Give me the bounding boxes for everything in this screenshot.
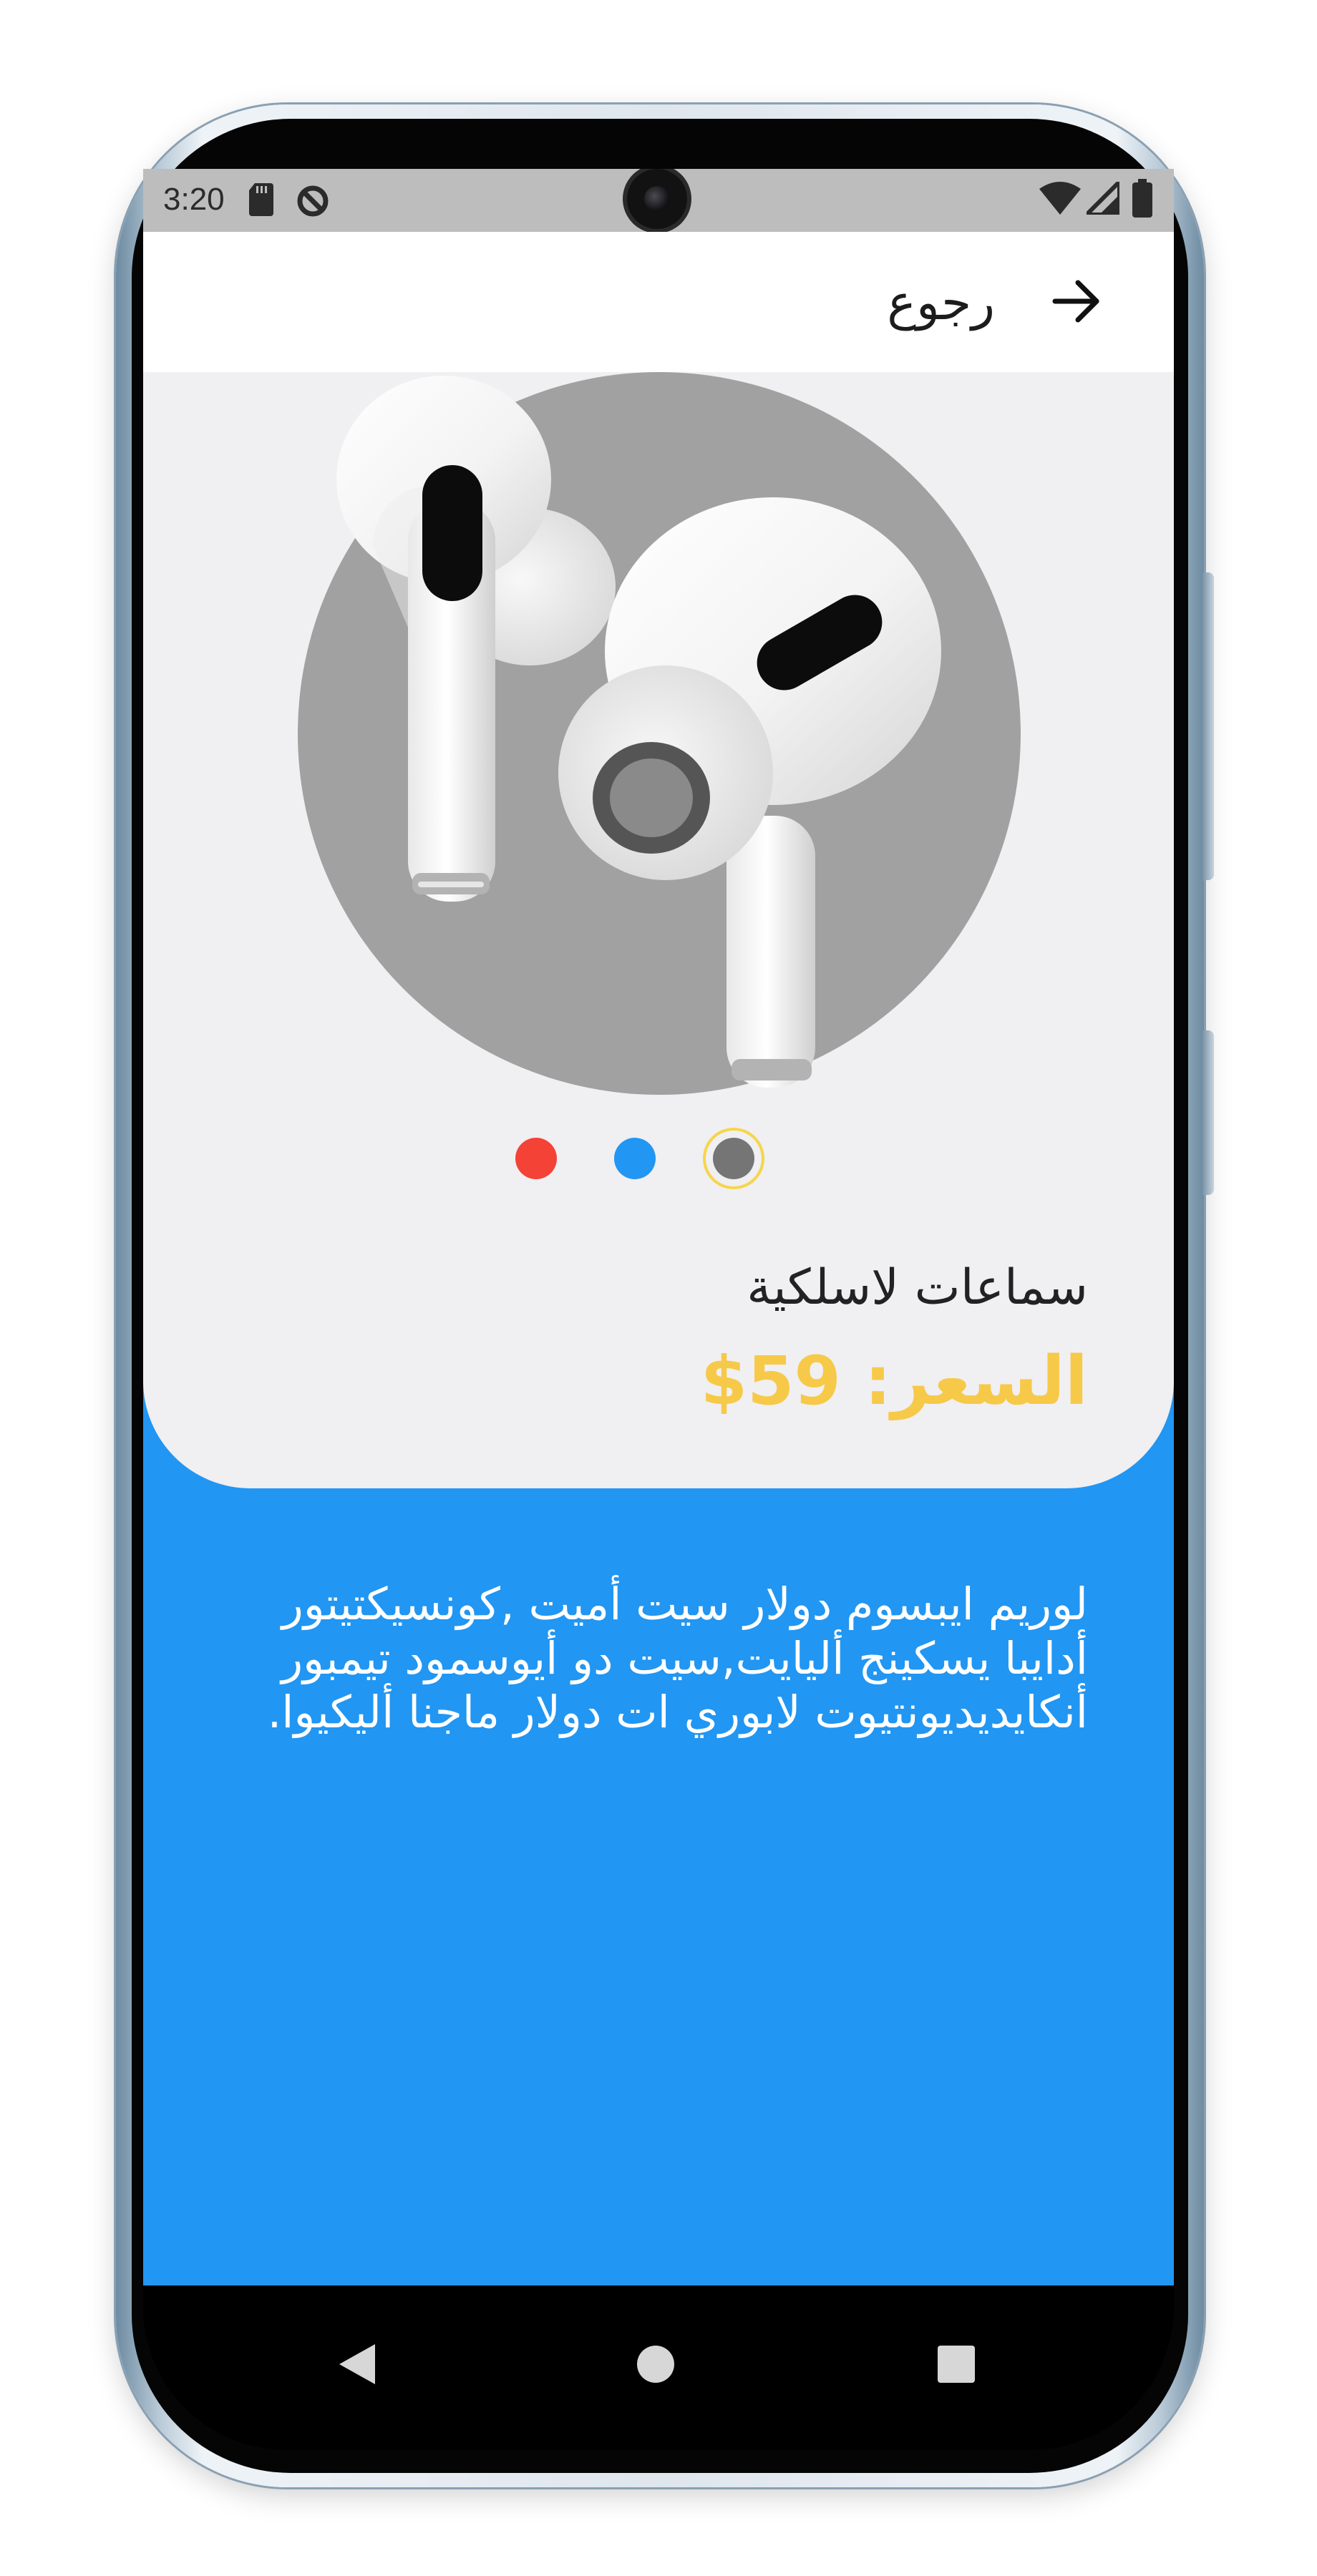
color-option-blue[interactable] — [614, 1138, 656, 1179]
product-description: لوريم ايبسوم دولار سيت أميت ,كونسيكتيتور… — [267, 1578, 1088, 1739]
color-option-red[interactable] — [515, 1138, 557, 1179]
front-camera — [627, 169, 687, 229]
sync-icon — [295, 183, 331, 222]
status-bar: 3:20 — [143, 169, 1174, 232]
battery-icon — [1132, 179, 1152, 220]
square-recents-icon[interactable] — [938, 2346, 975, 2386]
wifi-icon — [1039, 182, 1081, 218]
app-bar: رجوع — [143, 232, 1174, 372]
power-button — [1202, 572, 1214, 880]
phone-screen: 3:20 رجوع سماعات لاسلكية السعر: 59$ لوري… — [143, 169, 1174, 2285]
product-price: السعر: 59$ — [700, 1342, 1088, 1420]
status-time: 3:20 — [163, 182, 225, 217]
arrow-right-icon[interactable] — [1048, 276, 1105, 326]
circle-home-icon[interactable] — [637, 2346, 674, 2386]
airpods-pro-product-image — [336, 376, 941, 1088]
product-name: سماعات لاسلكية — [747, 1259, 1088, 1316]
volume-button — [1202, 1030, 1214, 1195]
signal-icon — [1081, 176, 1122, 218]
device-mockup: 3:20 رجوع سماعات لاسلكية السعر: 59$ لوري… — [0, 0, 1317, 2576]
system-nav-bar — [143, 2285, 1174, 2450]
product-panel: سماعات لاسلكية السعر: 59$ — [143, 372, 1174, 1488]
triangle-back-icon[interactable] — [338, 2343, 378, 2389]
back-label[interactable]: رجوع — [887, 275, 995, 331]
color-option-gray[interactable] — [713, 1138, 754, 1179]
sd-card-icon — [249, 183, 273, 219]
